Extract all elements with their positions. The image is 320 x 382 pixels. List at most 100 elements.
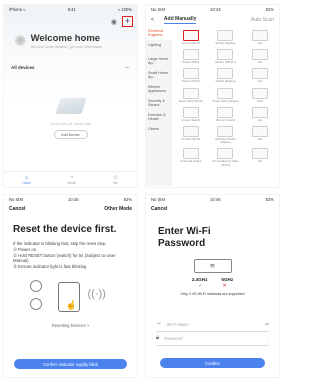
device-label: Wireless Switch (Zigbee) — [215, 136, 236, 145]
tab-bar: ⌂ Home ◔ Smart ☺ Me — [4, 171, 137, 187]
device-item[interactable]: Curtain Switch — [175, 106, 207, 122]
device-item[interactable]: Wireless Switch (Zigbee) — [210, 125, 242, 145]
reset-illustration: ☝ ((·)) — [22, 276, 120, 320]
cross-icon: ✕ — [222, 283, 227, 289]
add-device-button[interactable]: Add Device — [53, 130, 88, 139]
timer-icon — [29, 297, 42, 310]
device-label: Socket (NB-IoT) — [215, 60, 236, 65]
device-thumbnail — [182, 30, 199, 41]
category-item[interactable]: Exercise & Health — [146, 110, 172, 124]
device-item[interactable]: Socket (Wi-Fi) — [175, 30, 207, 45]
wifi-icon: ≋ — [209, 263, 216, 270]
device-thumbnail — [182, 87, 199, 99]
title-line-1: Enter Wi-Fi — [158, 226, 211, 237]
device-label: Rel — [257, 136, 263, 141]
tab-me[interactable]: ☺ Me — [113, 175, 119, 185]
confirm-blink-button[interactable]: Confirm indicator rapidly blink — [14, 359, 127, 369]
tab-auto-scan[interactable]: Auto Scan — [251, 17, 274, 23]
confirm-button[interactable]: Confirm — [160, 358, 265, 368]
back-icon[interactable]: < — [151, 17, 154, 23]
cancel-button[interactable]: Cancel — [151, 206, 167, 212]
status-bar: No SIM 10:45 82% — [4, 195, 137, 204]
device-item[interactable]: Rel — [244, 125, 276, 144]
device-item[interactable]: Power Strip (Zigbee) — [210, 87, 242, 103]
category-item[interactable]: Kitchen Appliances — [146, 82, 172, 96]
device-item[interactable]: Socket (Zigbee) — [210, 30, 242, 45]
status-battery: 82% — [265, 7, 274, 12]
device-thumbnail — [252, 68, 269, 80]
lock-icon: 🔒︎ — [156, 335, 160, 341]
device-item[interactable]: Universal Switch — [175, 148, 207, 166]
sun-icon: ✺ — [14, 33, 27, 50]
plus-icon[interactable]: + — [122, 16, 133, 27]
wifi-name-field[interactable]: ⌔ Wi-Fi Name ⇄ — [156, 318, 269, 332]
device-item[interactable]: Soc — [244, 49, 276, 64]
chevron-right-icon: ⇄ — [264, 321, 269, 328]
empty-state-illustration — [54, 98, 87, 114]
reset-instructions: If the indicator is blinking fast, skip … — [13, 241, 128, 270]
tab-home[interactable]: ⌂ Home — [22, 175, 31, 185]
device-thumbnail — [217, 125, 234, 137]
resetting-devices-label: Resetting Devices — [51, 322, 86, 328]
device-label: Soc — [257, 60, 263, 65]
power-icon — [29, 279, 42, 292]
device-thumbnail — [182, 148, 199, 160]
camera-icon[interactable]: ◉ — [111, 18, 117, 26]
device-label: Socket (Zigbee) — [215, 41, 236, 45]
device-item[interactable]: Power Strip (Wi-Fi) — [175, 87, 207, 103]
category-item[interactable]: Others — [146, 124, 172, 138]
status-time: 9:41 — [67, 7, 76, 12]
device-thumbnail — [182, 125, 199, 137]
device-item[interactable]: Socket (BLE) — [175, 49, 207, 64]
device-thumbnail — [217, 49, 234, 61]
cancel-button[interactable]: Cancel — [9, 206, 25, 212]
device-item[interactable]: Sw — [244, 148, 276, 166]
device-thumbnail — [252, 87, 269, 99]
device-item[interactable]: Curtain (Wi-Fi) — [175, 125, 207, 144]
status-carrier: No SIM — [151, 197, 165, 202]
device-item[interactable]: Air Conditioner Mate (Wi-Fi) — [210, 148, 242, 166]
other-mode-button[interactable]: Other Mode — [104, 206, 132, 212]
device-item[interactable]: Soc — [244, 30, 276, 45]
device-thumbnail — [252, 49, 269, 61]
password-placeholder: Password — [164, 336, 183, 341]
welcome-subtitle: Set your home location, get more informa… — [30, 45, 103, 49]
device-item[interactable]: Switch (Wi-Fi) — [175, 68, 207, 83]
freq-2-4-label: 2.4GHz — [191, 277, 208, 282]
wifi-icon: ⌔ — [156, 322, 162, 329]
device-grid: Socket (Wi-Fi) Socket (Zigbee) Soc Socke… — [172, 26, 279, 186]
instruction-line: ③ Ensure indicator light is fast blinkin… — [13, 264, 87, 270]
device-thumbnail — [252, 125, 269, 137]
device-label: Sw — [258, 159, 263, 164]
category-item[interactable]: Electrical Engineer — [146, 26, 172, 40]
tab-add-manually[interactable]: Add Manually — [163, 16, 197, 24]
category-list: Electrical Engineer Lighting Large Home … — [146, 26, 172, 186]
eye-icon[interactable]: ◌ — [266, 336, 269, 342]
device-label: Universal Switch — [180, 159, 202, 164]
status-time: 10:46 — [210, 197, 221, 202]
device-thumbnail — [182, 68, 199, 80]
status-carrier: iPhone ≈ — [9, 7, 26, 12]
more-icon[interactable]: ··· — [126, 65, 131, 70]
tab-smart[interactable]: ◔ Smart — [67, 175, 76, 185]
password-field[interactable]: 🔒︎ Password ◌ — [156, 332, 269, 346]
device-item[interactable]: Dimmer Switch — [210, 106, 242, 122]
device-thumbnail — [217, 68, 234, 80]
category-item[interactable]: Security & Sensor — [146, 96, 172, 110]
device-item[interactable]: Socket (NB-IoT) — [210, 49, 242, 64]
device-item[interactable]: Swi — [244, 68, 276, 83]
status-carrier: No SIM — [9, 197, 23, 202]
resetting-devices-link[interactable]: Resetting Devices > — [4, 323, 137, 328]
check-icon: ✓ — [198, 283, 203, 289]
device-item[interactable]: Switch (Zigbee) — [210, 68, 242, 83]
device-label: Switch (Zigbee) — [215, 79, 236, 84]
category-item[interactable]: Lighting — [146, 40, 172, 54]
page-title: Reset the device first. — [13, 224, 117, 235]
router-illustration: ≋ — [193, 259, 232, 273]
no-devices-text: No devices yet, please add — [50, 122, 91, 126]
category-item[interactable]: Small Home Ap... — [146, 68, 172, 82]
category-item[interactable]: Large Home Ap... — [146, 54, 172, 68]
device-item[interactable]: Sce — [244, 106, 276, 122]
device-item[interactable]: Pow — [244, 87, 276, 103]
status-battery: 82% — [265, 197, 274, 202]
